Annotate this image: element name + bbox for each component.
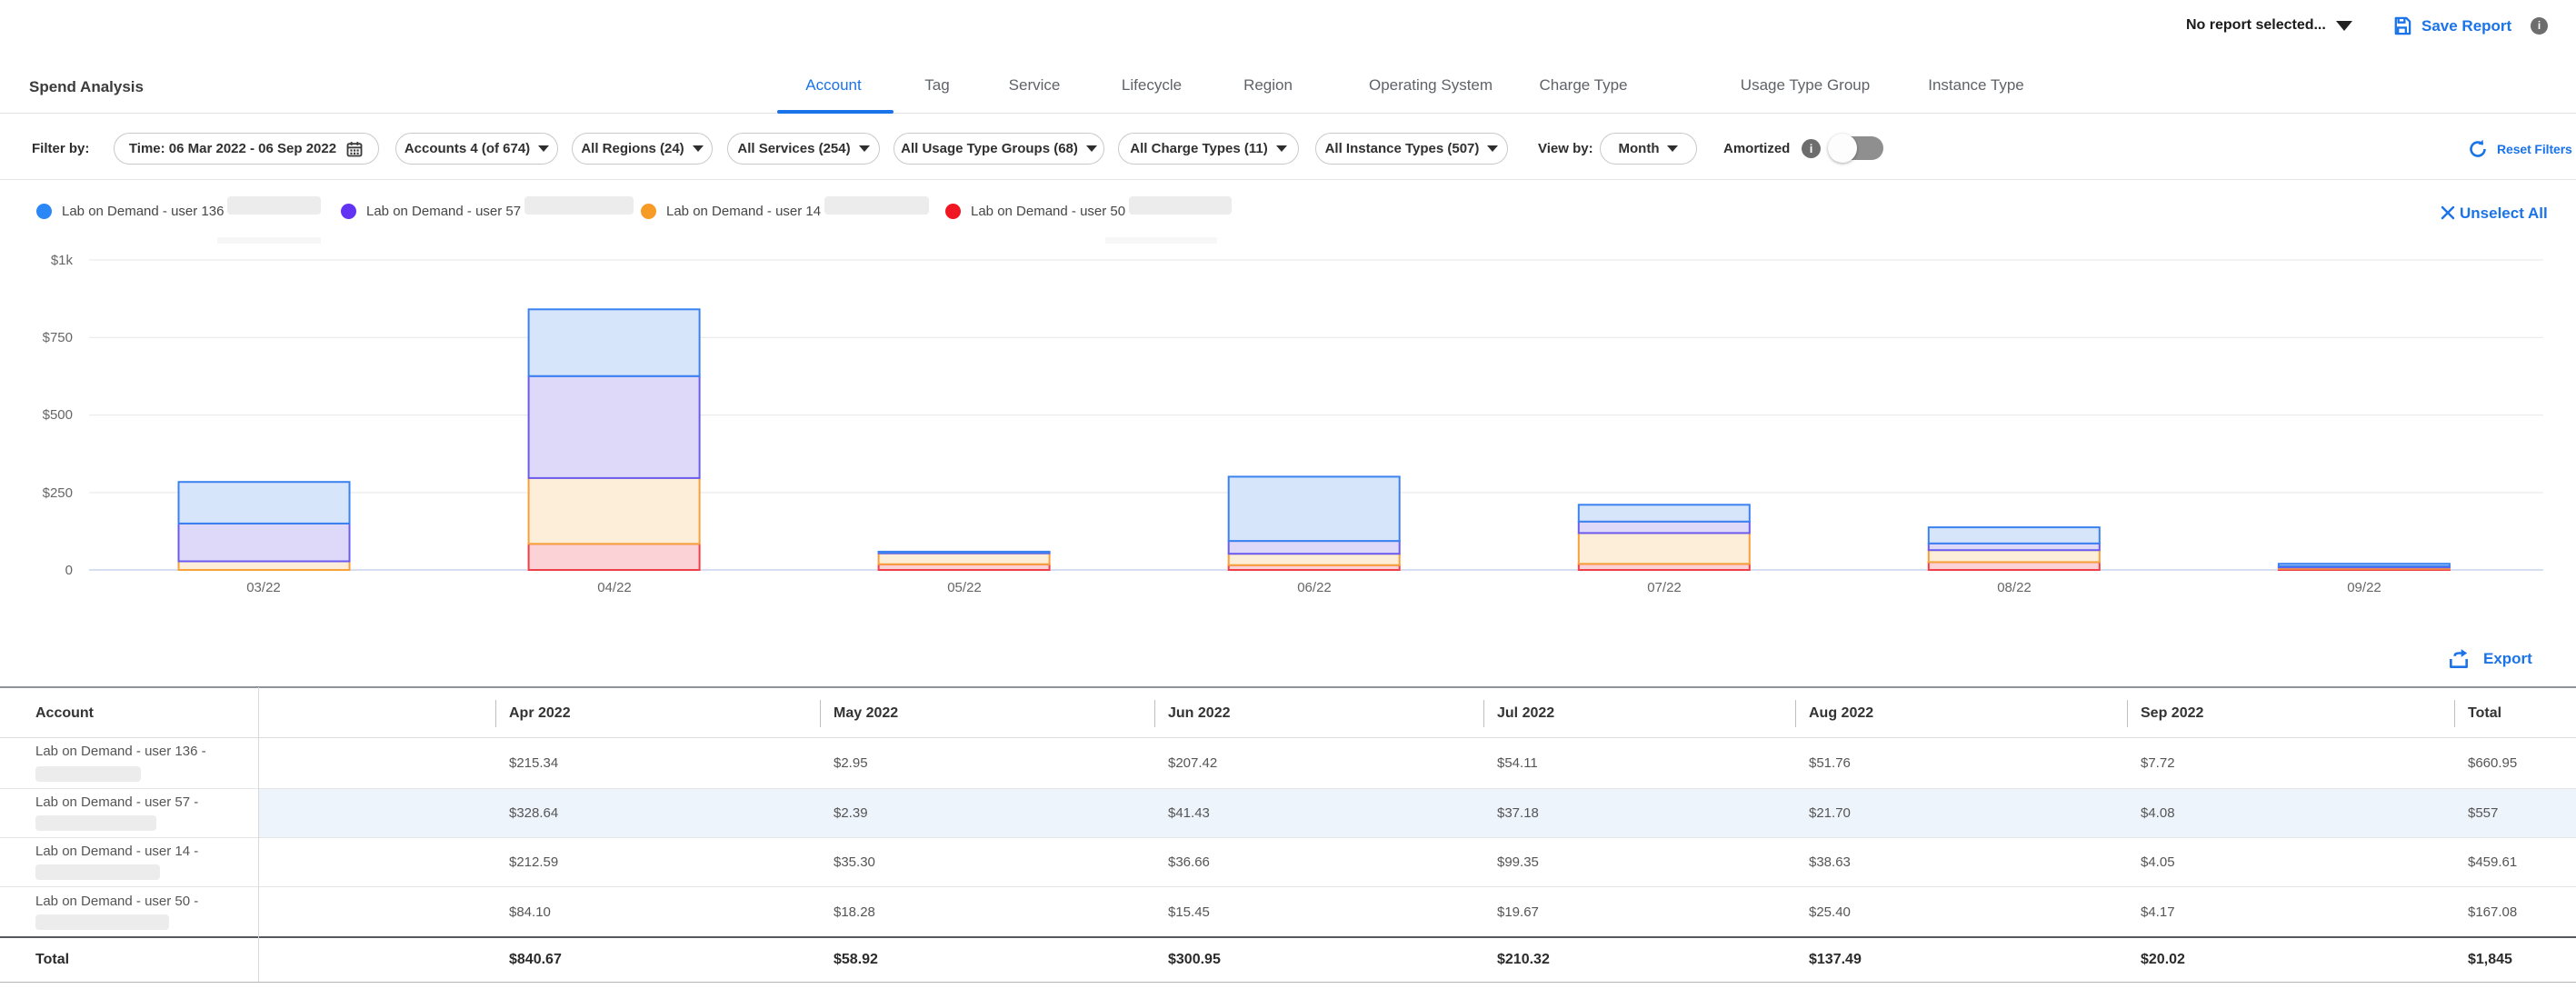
svg-text:06/22: 06/22 [1297,580,1332,595]
svg-text:04/22: 04/22 [597,580,632,595]
svg-text:03/22: 03/22 [246,580,281,595]
svg-text:09/22: 09/22 [2347,580,2381,595]
svg-text:$500: $500 [43,407,73,423]
svg-text:08/22: 08/22 [1997,580,2032,595]
svg-text:0: 0 [65,563,73,578]
svg-text:$750: $750 [43,330,73,345]
svg-text:$1k: $1k [51,253,74,268]
svg-text:$250: $250 [43,485,73,501]
svg-text:07/22: 07/22 [1647,580,1682,595]
svg-text:05/22: 05/22 [947,580,982,595]
